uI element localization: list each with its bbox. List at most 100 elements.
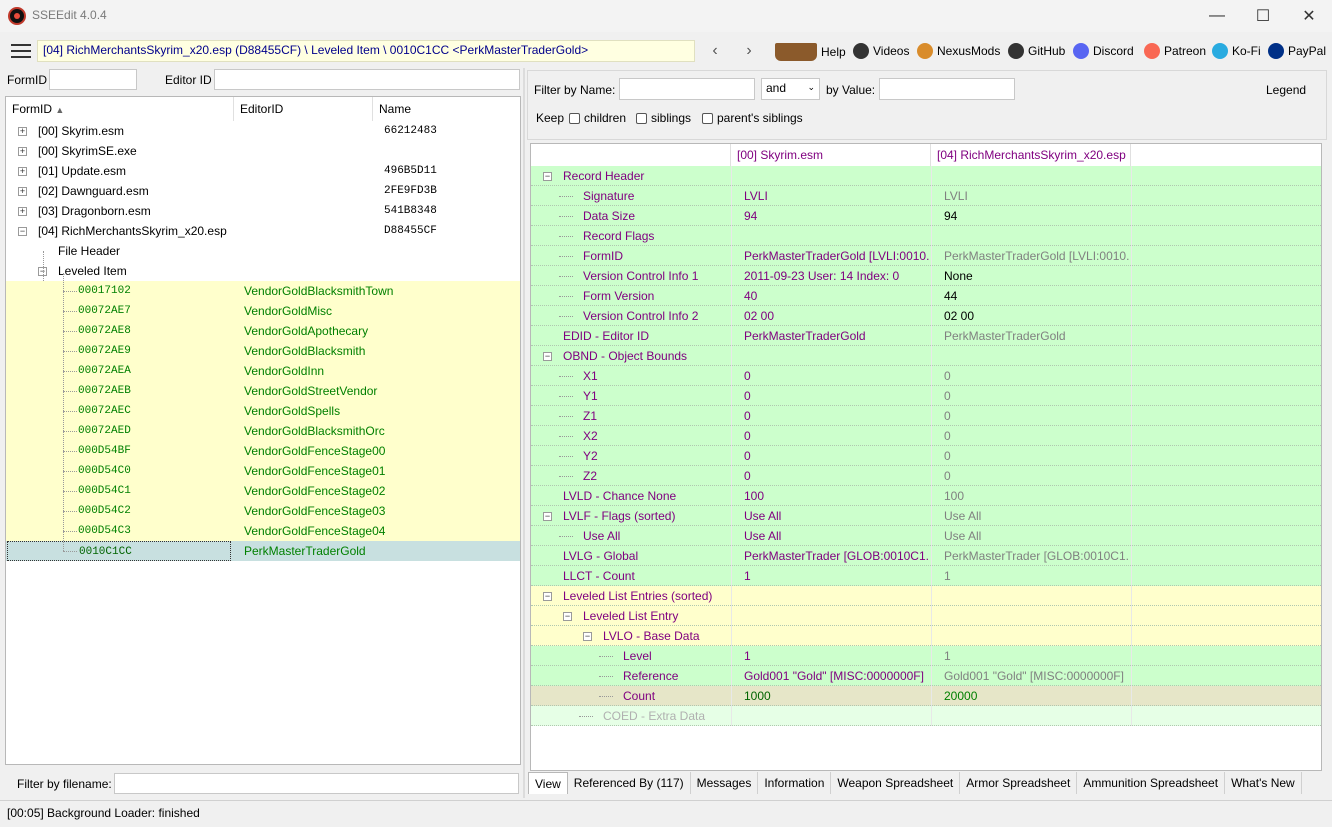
tab-ammunition-spreadsheet[interactable]: Ammunition Spreadsheet — [1077, 772, 1226, 794]
tab-what-s-new[interactable]: What's New — [1225, 772, 1302, 794]
close-button[interactable]: ✕ — [1286, 0, 1332, 32]
record-view[interactable]: [00] Skyrim.esm [04] RichMerchantsSkyrim… — [530, 143, 1322, 771]
field-row[interactable]: LVLD - Chance None 100 100 — [531, 486, 1321, 506]
maximize-button[interactable]: ☐ — [1240, 0, 1286, 32]
field-row[interactable]: Y2 0 0 — [531, 446, 1321, 466]
collapse-icon[interactable]: − — [563, 612, 572, 621]
collapse-icon[interactable]: − — [18, 227, 27, 236]
view-header-skyrim[interactable]: [00] Skyrim.esm — [731, 144, 931, 166]
collapse-icon[interactable]: − — [543, 172, 552, 181]
field-row[interactable]: Record Flags — [531, 226, 1321, 246]
field-row[interactable]: LLCT - Count 1 1 — [531, 566, 1321, 586]
field-row[interactable]: LVLG - Global PerkMasterTrader [GLOB:0010… — [531, 546, 1321, 566]
toolbar-link-help[interactable]: Help — [775, 43, 846, 61]
field-row[interactable]: Level 1 1 — [531, 646, 1321, 666]
record-row[interactable]: 000D54C0 VendorGoldFenceStage01 — [6, 461, 520, 481]
field-row[interactable]: Y1 0 0 — [531, 386, 1321, 406]
navigation-path[interactable]: [04] RichMerchantsSkyrim_x20.esp (D88455… — [37, 40, 695, 62]
record-row[interactable]: 00072AEB VendorGoldStreetVendor — [6, 381, 520, 401]
filename-filter-input[interactable] — [114, 773, 519, 794]
tree-node[interactable]: + [01] Update.esm 496B5D11 — [6, 161, 520, 181]
filter-by-value-input[interactable] — [879, 78, 1015, 100]
tree-node[interactable]: + [02] Dawnguard.esm 2FE9FD3B — [6, 181, 520, 201]
field-row[interactable]: Form Version 40 44 — [531, 286, 1321, 306]
field-row[interactable]: Count 1000 20000 — [531, 686, 1321, 706]
field-row[interactable]: − Record Header — [531, 166, 1321, 186]
keep-children-checkbox[interactable]: children — [569, 111, 626, 125]
legend-button[interactable]: Legend — [1266, 83, 1306, 97]
editorid-filter-input[interactable] — [214, 69, 520, 90]
forward-button[interactable]: › — [739, 42, 759, 60]
field-row[interactable]: FormID PerkMasterTraderGold [LVLI:0010...… — [531, 246, 1321, 266]
field-row[interactable]: Signature LVLI LVLI — [531, 186, 1321, 206]
menu-icon[interactable] — [11, 44, 31, 58]
tree-node[interactable]: + [00] SkyrimSE.exe — [6, 141, 520, 161]
expand-icon[interactable]: + — [18, 167, 27, 176]
field-row[interactable]: − LVLO - Base Data — [531, 626, 1321, 646]
expand-icon[interactable]: + — [18, 187, 27, 196]
keep-siblings-checkbox[interactable]: siblings — [636, 111, 691, 125]
tree-node[interactable]: − [04] RichMerchantsSkyrim_x20.esp D88455C… — [6, 221, 520, 241]
toolbar-link-videos[interactable]: Videos — [853, 43, 909, 59]
toolbar-link-paypal[interactable]: PayPal — [1268, 43, 1326, 59]
toolbar-link-github[interactable]: GitHub — [1008, 43, 1065, 59]
field-row[interactable]: Use All Use All Use All — [531, 526, 1321, 546]
field-row[interactable]: X2 0 0 — [531, 426, 1321, 446]
tree-node[interactable]: File Header — [6, 241, 520, 261]
tab-information[interactable]: Information — [758, 772, 832, 794]
toolbar-link-patreon[interactable]: Patreon — [1144, 43, 1206, 59]
field-row[interactable]: Reference Gold001 "Gold" [MISC:0000000F] G… — [531, 666, 1321, 686]
panel-splitter[interactable] — [523, 68, 525, 798]
record-row[interactable]: 00072AED VendorGoldBlacksmithOrc — [6, 421, 520, 441]
filter-by-name-input[interactable] — [619, 78, 755, 100]
collapse-icon[interactable]: − — [543, 512, 552, 521]
toolbar-link-ko-fi[interactable]: Ko-Fi — [1212, 43, 1261, 59]
collapse-icon[interactable]: − — [543, 592, 552, 601]
formid-filter-input[interactable] — [49, 69, 137, 90]
record-row[interactable]: 00072AE9 VendorGoldBlacksmith — [6, 341, 520, 361]
collapse-icon[interactable]: − — [583, 632, 592, 641]
expand-icon[interactable]: + — [18, 147, 27, 156]
record-row[interactable]: 0010C1CC PerkMasterTraderGold — [6, 541, 520, 561]
record-row[interactable]: 000D54C3 VendorGoldFenceStage04 — [6, 521, 520, 541]
column-formid[interactable]: FormID ▲ — [6, 97, 234, 121]
field-row[interactable]: COED - Extra Data — [531, 706, 1321, 726]
back-button[interactable]: ‹ — [705, 42, 725, 60]
record-row[interactable]: 000D54C1 VendorGoldFenceStage02 — [6, 481, 520, 501]
tab-referenced-by-117[interactable]: Referenced By (117) — [568, 772, 691, 794]
collapse-icon[interactable]: − — [543, 352, 552, 361]
expand-icon[interactable]: + — [18, 207, 27, 216]
and-dropdown[interactable]: and ⌄ — [761, 78, 820, 100]
tab-weapon-spreadsheet[interactable]: Weapon Spreadsheet — [831, 772, 961, 794]
record-row[interactable]: 000D54BF VendorGoldFenceStage00 — [6, 441, 520, 461]
record-row[interactable]: 00072AEA VendorGoldInn — [6, 361, 520, 381]
field-row[interactable]: EDID - Editor ID PerkMasterTraderGold Perk… — [531, 326, 1321, 346]
view-header-plugin[interactable]: [04] RichMerchantsSkyrim_x20.esp — [931, 144, 1131, 166]
record-row[interactable]: 00072AE7 VendorGoldMisc — [6, 301, 520, 321]
field-row[interactable]: − Leveled List Entries (sorted) — [531, 586, 1321, 606]
tree-node[interactable]: + [03] Dragonborn.esm 541B8348 — [6, 201, 520, 221]
tab-messages[interactable]: Messages — [691, 772, 759, 794]
expand-icon[interactable]: + — [18, 127, 27, 136]
field-row[interactable]: Z2 0 0 — [531, 466, 1321, 486]
minimize-button[interactable]: — — [1194, 0, 1240, 32]
tree-node[interactable]: + [00] Skyrim.esm 66212483 — [6, 121, 520, 141]
record-row[interactable]: 00072AE8 VendorGoldApothecary — [6, 321, 520, 341]
field-row[interactable]: X1 0 0 — [531, 366, 1321, 386]
field-row[interactable]: Version Control Info 2 02 00 02 00 — [531, 306, 1321, 326]
record-row[interactable]: 00072AEC VendorGoldSpells — [6, 401, 520, 421]
field-row[interactable]: − LVLF - Flags (sorted) Use All Use All — [531, 506, 1321, 526]
field-row[interactable]: Version Control Info 1 2011-09-23 User: 1… — [531, 266, 1321, 286]
record-row[interactable]: 00017102 VendorGoldBlacksmithTown — [6, 281, 520, 301]
keep-parents-siblings-checkbox[interactable]: parent's siblings — [702, 111, 803, 125]
tab-view[interactable]: View — [528, 772, 568, 794]
tab-armor-spreadsheet[interactable]: Armor Spreadsheet — [960, 772, 1078, 794]
tree-node[interactable]: − Leveled Item — [6, 261, 520, 281]
column-name[interactable]: Name — [373, 97, 520, 121]
field-row[interactable]: Z1 0 0 — [531, 406, 1321, 426]
toolbar-link-discord[interactable]: Discord — [1073, 43, 1134, 59]
field-row[interactable]: Data Size 94 94 — [531, 206, 1321, 226]
column-editorid[interactable]: EditorID — [234, 97, 373, 121]
record-row[interactable]: 000D54C2 VendorGoldFenceStage03 — [6, 501, 520, 521]
field-row[interactable]: − OBND - Object Bounds — [531, 346, 1321, 366]
